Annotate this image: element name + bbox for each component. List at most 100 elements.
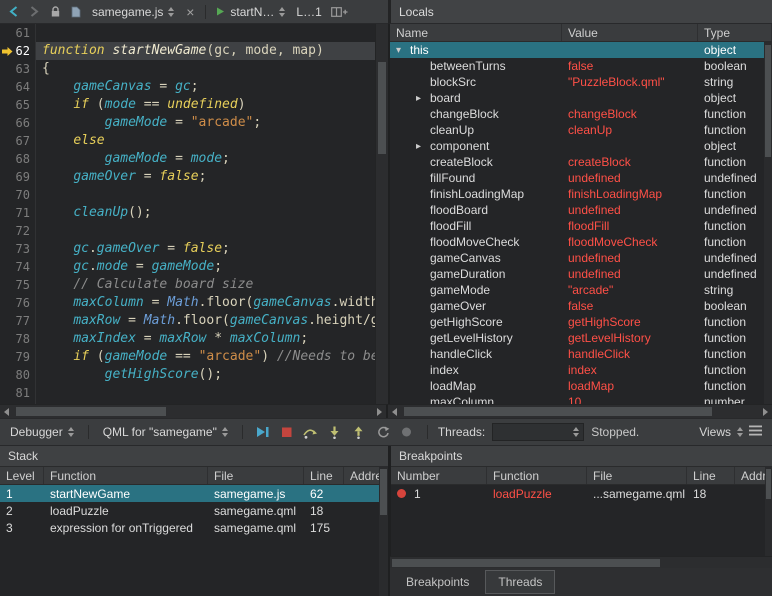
gutter-line[interactable]: 70 [0,186,35,204]
locals-row[interactable]: floodMoveCheckfloodMoveCheckfunction [390,234,772,250]
split-editor-button[interactable] [329,3,351,21]
threads-combo[interactable] [492,423,584,441]
scroll-right-icon[interactable] [763,408,768,416]
code-line[interactable]: maxIndex = maxRow * maxColumn; [36,330,375,348]
gutter-line[interactable]: 81 [0,384,35,402]
step-out-button[interactable] [349,423,369,441]
back-button[interactable] [4,3,22,21]
stack-col-line[interactable]: Line [304,467,344,484]
gutter-line[interactable]: 74 [0,258,35,276]
gutter-line[interactable]: 63 [0,60,35,78]
locals-row[interactable]: ▸componentobject [390,138,772,154]
editor-hscrollbar[interactable] [0,404,388,418]
locals-col-type[interactable]: Type [698,24,772,41]
locals-row[interactable]: indexindexfunction [390,362,772,378]
scroll-left-icon[interactable] [4,408,9,416]
locals-row[interactable]: floodFillfloodFillfunction [390,218,772,234]
gutter-line[interactable]: 64 [0,78,35,96]
editor-vscrollbar[interactable] [375,24,388,404]
gutter-line[interactable]: 61 [0,24,35,42]
breakpoints-vscrollbar-handle[interactable] [766,469,771,499]
stack-col-level[interactable]: Level [0,467,44,484]
code-line[interactable]: gameCanvas = gc; [36,78,375,96]
code-line[interactable]: getHighScore(); [36,366,375,384]
locals-vscrollbar[interactable] [764,41,772,404]
locals-row[interactable]: finishLoadingMapfinishLoadingMapfunction [390,186,772,202]
locals-row[interactable]: gameOverfalseboolean [390,298,772,314]
continue-button[interactable] [253,423,273,441]
locals-row[interactable]: ▾thisobject [390,42,772,58]
gutter-line[interactable]: 79 [0,348,35,366]
code-line[interactable]: if (gameMode == "arcade") //Needs to be … [36,348,375,366]
tab-breakpoints[interactable]: Breakpoints [394,571,481,593]
gutter-line[interactable]: 68 [0,150,35,168]
record-button[interactable] [397,423,417,441]
code-line[interactable]: maxRow = Math.floor(gameCanvas.height/ga… [36,312,375,330]
code-line[interactable]: gameOver = false; [36,168,375,186]
step-into-button[interactable] [325,423,345,441]
gutter-line[interactable]: 73 [0,240,35,258]
locals-row[interactable]: fillFoundundefinedundefined [390,170,772,186]
scroll-right-icon[interactable] [377,408,382,416]
code-line[interactable] [36,384,375,402]
locals-row[interactable]: betweenTurnsfalseboolean [390,58,772,74]
code-line[interactable]: gameMode = "arcade"; [36,114,375,132]
locals-row[interactable]: gameCanvasundefinedundefined [390,250,772,266]
locals-row[interactable]: cleanUpcleanUpfunction [390,122,772,138]
expand-icon[interactable]: ▸ [416,93,430,104]
locals-row[interactable]: floodBoardundefinedundefined [390,202,772,218]
editor-vscrollbar-handle[interactable] [378,62,386,154]
code-line[interactable]: if (mode == undefined) [36,96,375,114]
stop-button[interactable] [277,423,297,441]
gutter-line[interactable]: 77 [0,312,35,330]
gutter-line[interactable]: 66 [0,114,35,132]
gutter-line[interactable]: 71 [0,204,35,222]
code-line[interactable]: { [36,60,375,78]
breakpoints-col-function[interactable]: Function [487,467,587,484]
line-indicator[interactable]: L…1 [292,2,325,22]
locals-row[interactable]: changeBlockchangeBlockfunction [390,106,772,122]
code-line[interactable]: else [36,132,375,150]
symbol-combo[interactable]: startN… [212,2,289,22]
stack-frame-row[interactable]: 3expression for onTriggeredsamegame.qml1… [0,519,388,536]
locals-hscrollbar-handle[interactable] [404,407,712,416]
views-menu[interactable]: Views [699,425,766,439]
locals-row[interactable]: blockSrc"PuzzleBlock.qml"string [390,74,772,90]
locals-row[interactable]: getLevelHistorygetLevelHistoryfunction [390,330,772,346]
expand-icon[interactable]: ▸ [416,141,430,152]
code-line[interactable]: function startNewGame(gc, mode, map) [36,42,375,60]
locals-vscrollbar-handle[interactable] [765,45,771,157]
code-line[interactable]: cleanUp(); [36,204,375,222]
stack-vscrollbar[interactable] [379,466,388,596]
code-line[interactable] [36,24,375,42]
code-line[interactable] [36,186,375,204]
code-line[interactable]: // Calculate board size [36,276,375,294]
locals-row[interactable]: createBlockcreateBlockfunction [390,154,772,170]
stack-frame-row[interactable]: 2loadPuzzlesamegame.qml18 [0,502,388,519]
breakpoints-col-line[interactable]: Line [687,467,735,484]
breakpoints-col-number[interactable]: Number [391,467,487,484]
locals-row[interactable]: loadMaploadMapfunction [390,378,772,394]
restart-button[interactable] [373,423,393,441]
locals-col-value[interactable]: Value [562,24,698,41]
breakpoints-col-file[interactable]: File [587,467,687,484]
code-editor[interactable]: 6162636465666768697071727374757677787980… [0,24,388,404]
locals-hscrollbar[interactable] [388,404,772,418]
gutter-line[interactable]: 80 [0,366,35,384]
debugger-combo[interactable]: Debugger [6,422,78,442]
gutter-line[interactable]: 75 [0,276,35,294]
editor-hscrollbar-handle[interactable] [16,407,166,416]
gutter-line[interactable]: 76 [0,294,35,312]
collapse-icon[interactable]: ▾ [396,45,410,56]
close-file-button[interactable]: × [181,3,199,21]
step-over-button[interactable] [301,423,321,441]
code-line[interactable]: gc.mode = gameMode; [36,258,375,276]
engine-combo[interactable]: QML for "samegame" [99,422,232,442]
tab-threads[interactable]: Threads [485,570,555,594]
locals-row[interactable]: handleClickhandleClickfunction [390,346,772,362]
code-line[interactable]: gc.gameOver = false; [36,240,375,258]
breakpoint-row[interactable]: 1loadPuzzle...samegame.qml18 [391,485,772,502]
gutter-line[interactable]: 69 [0,168,35,186]
locals-row[interactable]: maxColumn10number [390,394,772,404]
open-file-combo[interactable]: samegame.js [88,2,178,22]
